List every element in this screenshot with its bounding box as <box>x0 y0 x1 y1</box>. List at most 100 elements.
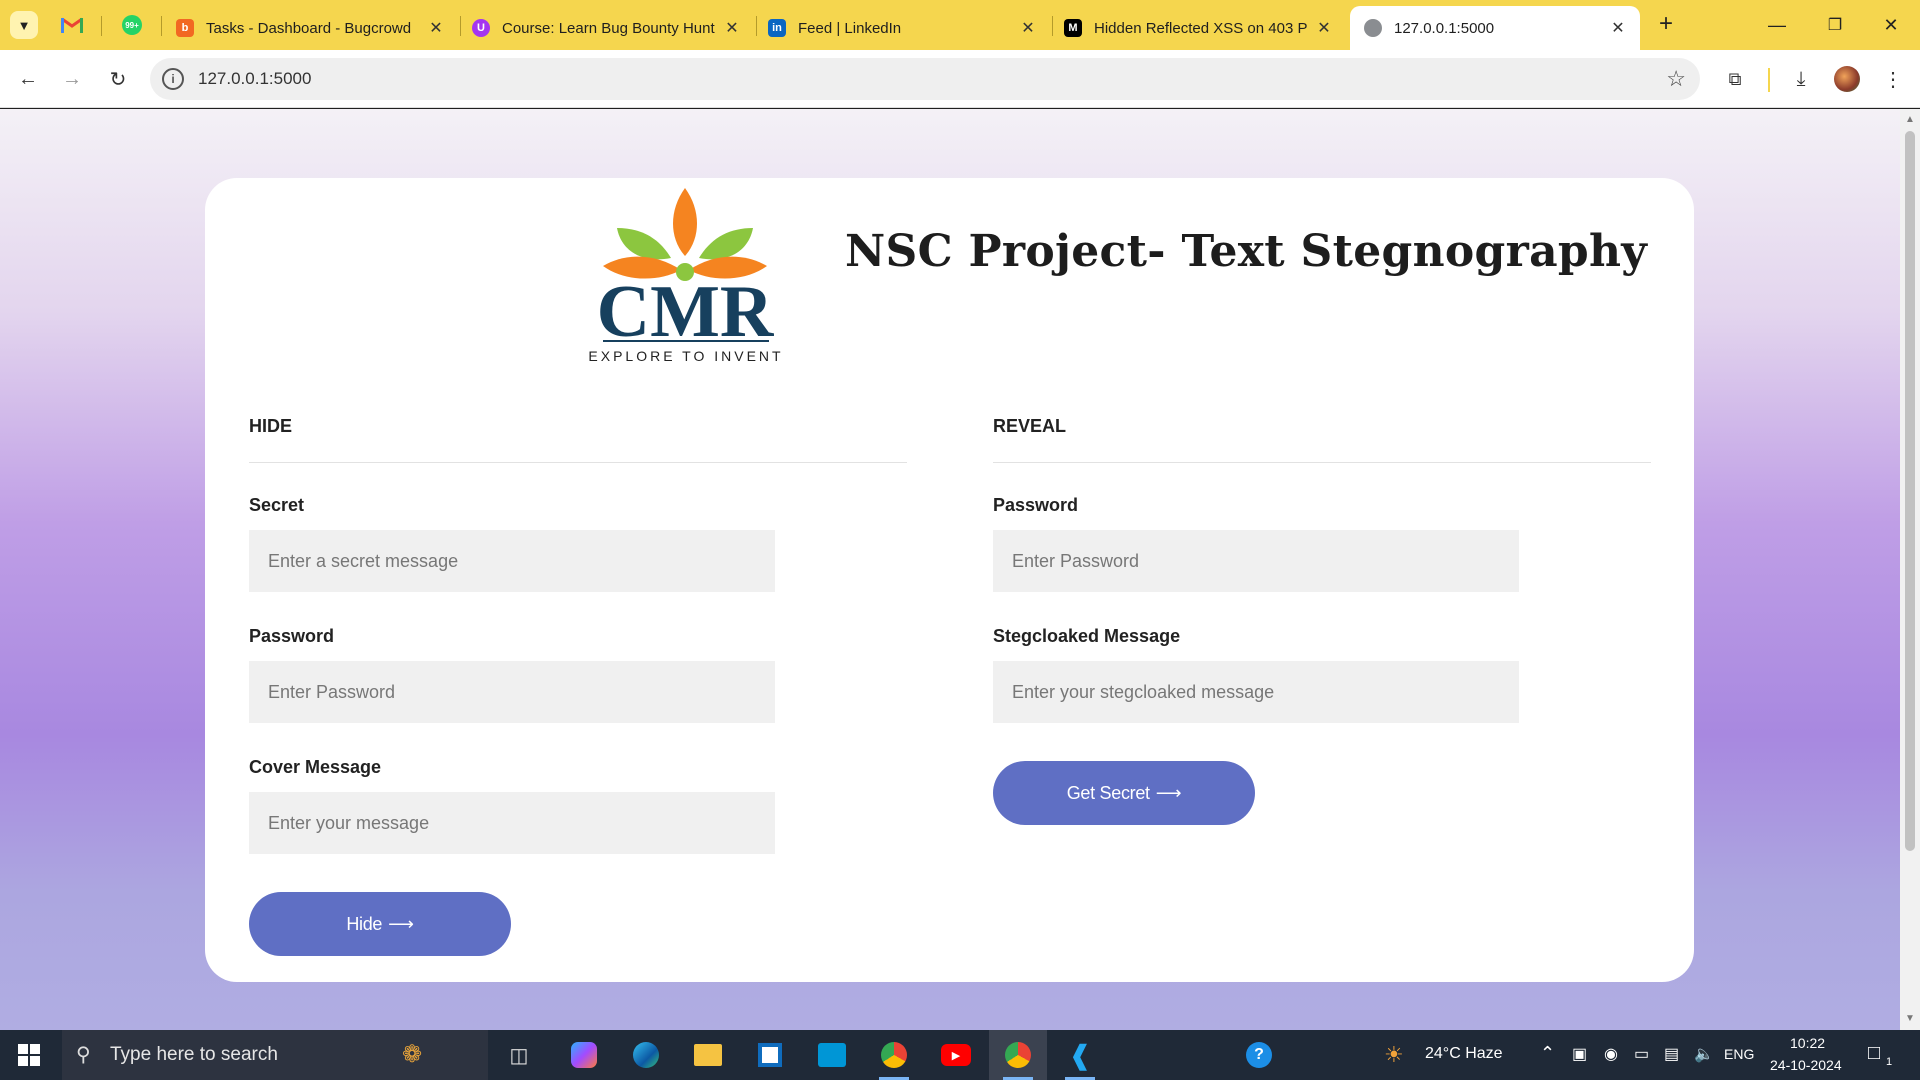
tab-separator <box>101 16 102 36</box>
scroll-down-icon[interactable]: ▼ <box>1900 1010 1920 1028</box>
youtube-icon: ▶ <box>941 1044 971 1066</box>
myhp-icon <box>818 1043 846 1067</box>
downloads-button[interactable]: ⤓ <box>1786 64 1816 94</box>
pinned-tab-whatsapp[interactable]: 99+ <box>120 13 144 37</box>
udemy-icon: U <box>472 19 490 37</box>
tab-search-button[interactable]: ▼ <box>10 11 38 39</box>
divider <box>993 462 1651 463</box>
get-secret-button[interactable]: Get Secret ⟶ <box>993 761 1255 825</box>
vscode-button[interactable]: ❰ <box>1051 1030 1109 1080</box>
cover-message-input[interactable] <box>249 792 775 854</box>
close-icon[interactable]: ✕ <box>1608 18 1628 38</box>
secret-label: Secret <box>249 495 305 515</box>
profile-button[interactable] <box>1832 64 1862 94</box>
cmr-logo: CMR EXPLORE TO INVENT <box>588 188 783 364</box>
reveal-panel: REVEAL Password Stegcloaked Message Get … <box>993 416 1651 825</box>
help-button[interactable]: ? <box>1230 1030 1288 1080</box>
secret-input[interactable] <box>249 530 775 592</box>
arrow-right-icon: ⟶ <box>1155 782 1182 803</box>
battery-icon[interactable]: ▭ <box>1634 1044 1649 1064</box>
hide-password-label: Password <box>249 626 335 646</box>
plus-icon: + <box>1658 10 1673 37</box>
forward-button[interactable]: → <box>57 64 87 94</box>
search-highlight-icon: ❁ <box>402 1041 423 1068</box>
myhp-button[interactable] <box>803 1030 861 1080</box>
hide-heading: HIDE <box>249 416 293 436</box>
chrome-button[interactable] <box>865 1030 923 1080</box>
new-tab-button[interactable]: + <box>1652 11 1680 39</box>
edge-button[interactable] <box>617 1030 675 1080</box>
extensions-button[interactable]: ⧉ <box>1720 64 1750 94</box>
tab-title: Course: Learn Bug Bounty Hunt <box>502 19 715 37</box>
reveal-password-input[interactable] <box>993 530 1519 592</box>
weather-text[interactable]: 24°C Haze <box>1425 1045 1503 1063</box>
close-icon[interactable]: ✕ <box>1314 18 1334 38</box>
meet-now-icon[interactable]: ▣ <box>1572 1044 1587 1064</box>
tab-medium[interactable]: M Hidden Reflected XSS on 403 P ✕ <box>1050 6 1346 50</box>
main-card: CMR EXPLORE TO INVENT NSC Project- Text … <box>205 178 1694 982</box>
medium-icon: M <box>1064 19 1082 37</box>
volume-muted-icon[interactable]: 🔈 <box>1694 1044 1714 1064</box>
tab-localhost[interactable]: 127.0.0.1:5000 ✕ <box>1350 6 1640 50</box>
get-secret-button-label: Get Secret <box>1066 782 1150 803</box>
back-button[interactable]: ← <box>13 64 43 94</box>
close-icon[interactable]: ✕ <box>722 18 742 38</box>
hide-button-label: Hide <box>346 913 383 934</box>
cover-message-label: Cover Message <box>249 757 382 777</box>
tab-linkedin[interactable]: in Feed | LinkedIn ✕ <box>754 6 1050 50</box>
tab-title: Tasks - Dashboard - Bugcrowd <box>206 19 412 37</box>
reload-icon: ↻ <box>109 68 127 91</box>
hide-password-input[interactable] <box>249 661 775 723</box>
store-icon <box>758 1043 782 1067</box>
notifications-icon[interactable]: □ <box>1868 1042 1880 1065</box>
site-info-icon[interactable]: i <box>162 68 184 90</box>
restore-icon: ❐ <box>1827 17 1843 34</box>
pinned-tab-gmail[interactable] <box>60 13 84 37</box>
tab-bugcrowd[interactable]: b Tasks - Dashboard - Bugcrowd ✕ <box>162 6 458 50</box>
bugcrowd-icon: b <box>176 19 194 37</box>
network-icon[interactable]: ▤ <box>1664 1044 1679 1064</box>
tab-udemy[interactable]: U Course: Learn Bug Bounty Hunt ✕ <box>458 6 754 50</box>
windows-icon <box>18 1044 40 1066</box>
task-view-button[interactable]: ◫ <box>490 1030 548 1080</box>
tab-title: Hidden Reflected XSS on 403 P <box>1094 19 1308 37</box>
page-title: NSC Project- Text Stegnography <box>845 226 1648 277</box>
start-button[interactable] <box>0 1030 58 1080</box>
page-viewport: CMR EXPLORE TO INVENT NSC Project- Text … <box>0 109 1900 1030</box>
restore-button[interactable]: ❐ <box>1806 0 1864 50</box>
close-icon[interactable]: ✕ <box>1018 18 1038 38</box>
minimize-button[interactable]: — <box>1748 0 1806 50</box>
more-vertical-icon: ⋮ <box>1883 68 1903 91</box>
clock-time[interactable]: 10:22 <box>1790 1035 1825 1051</box>
minimize-icon: — <box>1768 14 1786 35</box>
menu-button[interactable]: ⋮ <box>1878 64 1908 94</box>
scroll-thumb[interactable] <box>1905 131 1915 851</box>
tray-overflow-icon[interactable]: ⌃ <box>1540 1043 1555 1064</box>
whatsapp-icon: 99+ <box>122 15 142 35</box>
copilot-button[interactable] <box>555 1030 613 1080</box>
close-window-button[interactable]: ✕ <box>1862 0 1920 50</box>
bookmark-star-icon[interactable]: ☆ <box>1666 66 1686 92</box>
vscode-icon: ❰ <box>1069 1039 1091 1070</box>
file-explorer-button[interactable] <box>679 1030 737 1080</box>
camera-icon[interactable]: ◉ <box>1604 1044 1618 1064</box>
arrow-right-icon: ⟶ <box>388 913 414 934</box>
hide-panel: HIDE Secret Password Cover Message Hide … <box>249 416 907 956</box>
youtube-button[interactable]: ▶ <box>927 1030 985 1080</box>
divider <box>249 462 907 463</box>
reload-button[interactable]: ↻ <box>103 64 133 94</box>
page-scrollbar[interactable]: ▲ ▼ <box>1900 109 1920 1030</box>
address-bar[interactable]: i 127.0.0.1:5000 ☆ <box>150 58 1700 100</box>
scroll-up-icon[interactable]: ▲ <box>1900 111 1920 129</box>
stegcloaked-message-input[interactable] <box>993 661 1519 723</box>
weather-icon[interactable]: ☀ <box>1384 1042 1404 1068</box>
clock-date[interactable]: 24-10-2024 <box>1770 1057 1842 1073</box>
hide-button[interactable]: Hide ⟶ <box>249 892 511 956</box>
copilot-icon <box>571 1042 597 1068</box>
chrome-profile-button[interactable] <box>989 1030 1047 1080</box>
language-indicator[interactable]: ENG <box>1724 1046 1754 1062</box>
logo-tagline: EXPLORE TO INVENT <box>588 348 783 364</box>
close-icon[interactable]: ✕ <box>426 18 446 38</box>
store-button[interactable] <box>741 1030 799 1080</box>
taskbar-search[interactable]: ⚲ Type here to search ❁ <box>62 1030 488 1080</box>
